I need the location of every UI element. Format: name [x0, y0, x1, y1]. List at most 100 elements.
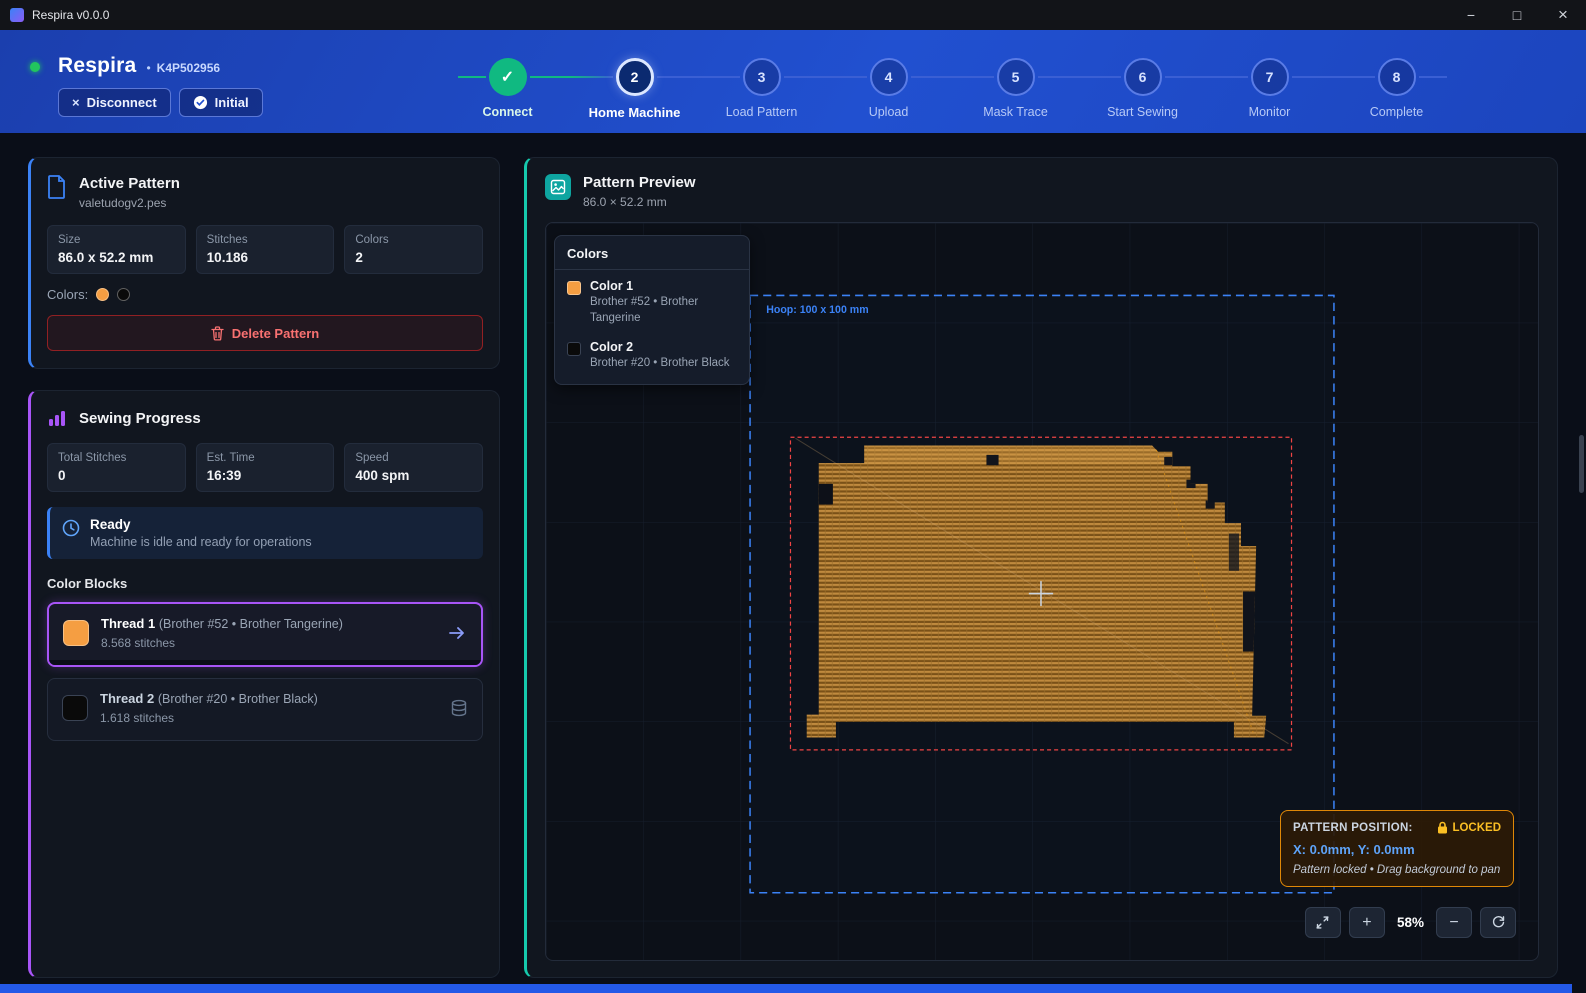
app-icon — [10, 8, 24, 22]
color-item-2[interactable]: Color 2 Brother #20 • Brother Black — [555, 331, 749, 384]
step-label: Home Machine — [589, 105, 681, 120]
preview-title: Pattern Preview — [583, 174, 696, 191]
reset-view-button[interactable] — [1480, 907, 1516, 938]
locked-label: LOCKED — [1452, 822, 1501, 834]
thread-2-detail: (Brother #20 • Brother Black) — [158, 692, 318, 706]
initial-button[interactable]: Initial — [179, 88, 263, 117]
preview-canvas[interactable]: Hoop: 100 x 100 mm — [545, 222, 1539, 961]
thread-1-block[interactable]: Thread 1 (Brother #52 • Brother Tangerin… — [47, 602, 483, 667]
stat-colors: Colors 2 — [344, 225, 483, 274]
color-1-name: Color 1 — [590, 279, 737, 293]
step-start-sewing[interactable]: 6 Start Sewing — [1079, 58, 1206, 120]
machine-serial: K4P502956 — [157, 61, 220, 75]
maximize-button[interactable]: □ — [1494, 0, 1540, 30]
window-scrollbar[interactable] — [1579, 435, 1584, 493]
workflow-stepper: ✓ Connect 2 Home Machine 3 Load Pattern … — [444, 30, 1460, 120]
thread-2-block[interactable]: Thread 2 (Brother #20 • Brother Black) 1… — [47, 678, 483, 741]
stat-speed: Speed 400 spm — [344, 443, 483, 492]
initial-label: Initial — [215, 95, 249, 110]
step-home-machine[interactable]: 2 Home Machine — [571, 58, 698, 120]
serial-bullet: • — [146, 61, 150, 75]
titlebar: Respira v0.0.0 − □ × — [0, 0, 1586, 30]
app-header: Respira • K4P502956 × Disconnect Initial — [0, 30, 1586, 133]
disconnect-button[interactable]: × Disconnect — [58, 88, 171, 117]
sewing-progress-title: Sewing Progress — [79, 410, 201, 427]
pattern-filename: valetudogv2.pes — [79, 196, 180, 210]
database-icon — [450, 699, 468, 717]
color-dot-1 — [96, 288, 109, 301]
app-name: Respira — [58, 54, 136, 78]
refresh-icon — [1491, 915, 1506, 930]
colors-label: Colors: — [47, 287, 88, 302]
plus-icon: + — [1362, 914, 1371, 932]
maximize-icon: □ — [1513, 7, 1521, 23]
main-content: Active Pattern valetudogv2.pes Size 86.0… — [0, 133, 1586, 984]
disconnect-x-icon: × — [72, 95, 80, 110]
pattern-position-overlay: PATTERN POSITION: LOCKED X: 0.0mm, Y: 0.… — [1280, 810, 1514, 887]
step-mask-trace[interactable]: 5 Mask Trace — [952, 58, 1079, 120]
lock-icon — [1437, 821, 1448, 834]
status-description: Machine is idle and ready for operations — [90, 535, 312, 549]
connection-status-dot — [30, 62, 40, 72]
step-label: Start Sewing — [1107, 105, 1178, 119]
step-label: Load Pattern — [726, 105, 798, 119]
thread-1-stitches: 8.568 stitches — [101, 636, 436, 650]
step-monitor[interactable]: 7 Monitor — [1206, 58, 1333, 120]
close-icon: × — [1558, 5, 1568, 25]
locked-badge: LOCKED — [1437, 821, 1501, 834]
image-icon — [545, 174, 571, 200]
color-blocks-label: Color Blocks — [47, 576, 483, 591]
thread-2-name: Thread 2 — [100, 691, 154, 706]
zoom-controls: + 58% − — [1305, 907, 1516, 938]
zoom-level: 58% — [1397, 915, 1424, 930]
disconnect-label: Disconnect — [87, 95, 157, 110]
step-label: Connect — [483, 105, 533, 119]
clock-icon — [62, 519, 80, 537]
machine-status-banner: Ready Machine is idle and ready for oper… — [47, 507, 483, 559]
fit-view-button[interactable] — [1305, 907, 1341, 938]
position-coordinates: X: 0.0mm, Y: 0.0mm — [1293, 842, 1501, 857]
thread-1-detail: (Brother #52 • Brother Tangerine) — [159, 617, 343, 631]
close-button[interactable]: × — [1540, 0, 1586, 30]
color-2-detail: Brother #20 • Brother Black — [590, 356, 730, 372]
arrow-right-icon — [448, 624, 467, 642]
color-dot-2 — [117, 288, 130, 301]
step-upload[interactable]: 4 Upload — [825, 58, 952, 120]
thread-2-stitches: 1.618 stitches — [100, 711, 438, 725]
minimize-button[interactable]: − — [1448, 0, 1494, 30]
colors-panel: Colors Color 1 Brother #52 • Brother Tan… — [554, 235, 750, 385]
thread-1-progress-bar — [49, 660, 481, 665]
status-title: Ready — [90, 517, 312, 532]
position-title: PATTERN POSITION: — [1293, 822, 1413, 834]
color-item-1[interactable]: Color 1 Brother #52 • Brother Tangerine — [555, 270, 749, 331]
thread-1-swatch — [63, 620, 89, 646]
stat-stitches: Stitches 10.186 — [196, 225, 335, 274]
minus-icon: − — [1449, 914, 1458, 932]
minimize-icon: − — [1467, 7, 1475, 23]
thread-1-name: Thread 1 — [101, 616, 155, 631]
step-load-pattern[interactable]: 3 Load Pattern — [698, 58, 825, 120]
delete-pattern-button[interactable]: Delete Pattern — [47, 315, 483, 351]
delete-pattern-label: Delete Pattern — [232, 326, 319, 341]
file-icon — [47, 175, 67, 199]
step-label: Mask Trace — [983, 105, 1048, 119]
check-icon: ✓ — [501, 67, 514, 87]
zoom-out-button[interactable]: − — [1436, 907, 1472, 938]
colors-panel-title: Colors — [555, 236, 749, 270]
step-label: Complete — [1370, 105, 1424, 119]
zoom-in-button[interactable]: + — [1349, 907, 1385, 938]
step-label: Upload — [869, 105, 909, 119]
step-label: Monitor — [1249, 105, 1291, 119]
pattern-preview-card: Pattern Preview 86.0 × 52.2 mm — [524, 157, 1558, 978]
thread-2-swatch — [62, 695, 88, 721]
step-connect[interactable]: ✓ Connect — [444, 58, 571, 120]
step-complete[interactable]: 8 Complete — [1333, 58, 1460, 120]
footer-accent-bar — [0, 984, 1572, 993]
trash-icon — [211, 326, 224, 341]
stat-est-time: Est. Time 16:39 — [196, 443, 335, 492]
preview-dimensions: 86.0 × 52.2 mm — [583, 195, 696, 209]
position-hint: Pattern locked • Drag background to pan — [1293, 864, 1501, 876]
active-pattern-title: Active Pattern — [79, 175, 180, 192]
check-circle-icon — [193, 95, 208, 110]
window-title: Respira v0.0.0 — [32, 8, 109, 22]
